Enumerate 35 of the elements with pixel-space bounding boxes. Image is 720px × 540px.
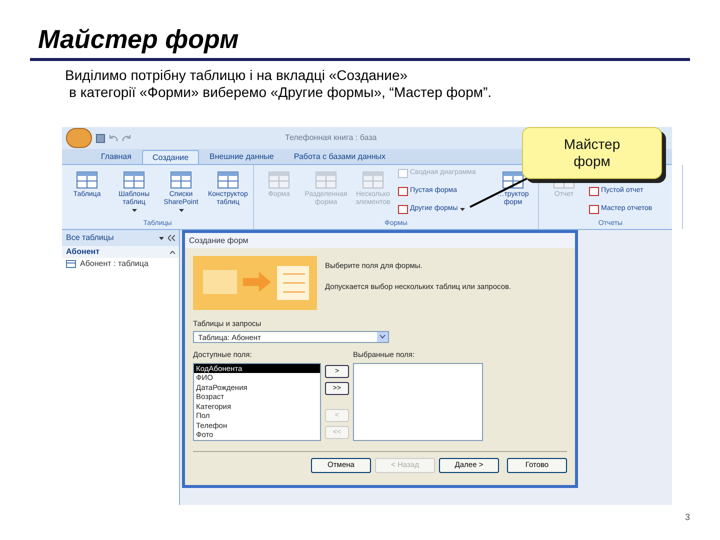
dialog-title: Создание форм (189, 234, 248, 246)
caret-icon (460, 208, 465, 211)
redo-icon[interactable] (122, 134, 131, 142)
nav-item[interactable]: Абонент : таблица (62, 258, 179, 270)
table-icon (362, 171, 384, 189)
save-icon[interactable] (96, 134, 105, 142)
pane-header[interactable]: Все таблицы (62, 230, 179, 246)
intro-text: Виділимо потрібну таблицю і на вкладці «Создание» (65, 67, 409, 84)
collapse-icon[interactable] (168, 235, 175, 241)
table-icon (66, 260, 76, 268)
caret-icon (178, 209, 184, 212)
table-icon (268, 171, 290, 189)
intro-text: в категорії «Форми» виберемо «Другие формы», “Мастер форм”. (68, 84, 493, 101)
caret-icon (159, 236, 164, 240)
callout-text: Майстер форм (562, 136, 622, 170)
ribbon-tab[interactable]: Внешние данные (200, 150, 283, 164)
ribbon-tab[interactable]: Главная (92, 150, 140, 164)
pane-title: Все таблицы (66, 232, 115, 244)
table-icon (217, 171, 239, 189)
ribbon-tab[interactable]: Работа с базами данных (284, 150, 395, 164)
slide-title: Майстер форм (38, 24, 239, 54)
undo-icon[interactable] (109, 134, 118, 142)
ribbon-tab[interactable]: Создание (142, 150, 199, 164)
office-button[interactable] (66, 128, 92, 148)
table-icon (123, 171, 145, 189)
chevron-up-icon (170, 250, 175, 254)
caret-icon (132, 209, 136, 212)
table-icon (502, 171, 524, 189)
table-icon (170, 171, 192, 189)
table-icon (315, 171, 337, 189)
page-number: 3 (684, 510, 690, 524)
group-header[interactable]: Абонент (62, 246, 179, 258)
table-icon (76, 171, 98, 189)
dropdown-icon (377, 332, 388, 342)
window-title: Телефонная книга : база (285, 132, 377, 144)
